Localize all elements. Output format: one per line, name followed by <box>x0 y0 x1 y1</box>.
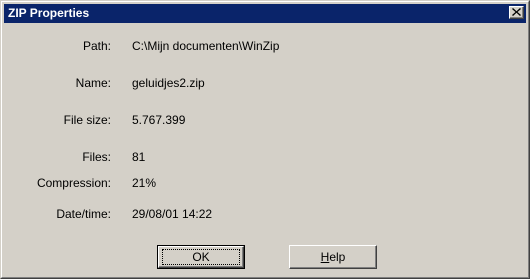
close-button[interactable] <box>509 6 524 19</box>
help-button-label: elp <box>329 250 346 264</box>
name-label: Name: <box>75 76 111 90</box>
dialog-title: ZIP Properties <box>8 6 90 20</box>
date-time-label: Date/time: <box>56 207 111 221</box>
name-row: Name: geluidjes2.zip <box>2 73 528 93</box>
file-size-value: 5.767.399 <box>132 113 186 127</box>
file-size-row: File size: 5.767.399 <box>2 110 528 130</box>
file-size-label: File size: <box>63 113 111 127</box>
ok-button-label: OK <box>192 250 210 264</box>
close-icon <box>512 8 521 16</box>
title-bar[interactable]: ZIP Properties <box>4 4 526 23</box>
date-time-value: 29/08/01 14:22 <box>132 207 213 221</box>
path-row: Path: C:\Mijn documenten\WinZip <box>2 36 528 56</box>
compression-value: 21% <box>132 176 157 190</box>
compression-label: Compression: <box>36 176 111 190</box>
files-label: Files: <box>82 150 111 164</box>
dialog-frame: ZIP Properties Path: C:\Mijn documenten\… <box>1 1 529 278</box>
help-button[interactable]: Help <box>289 245 377 269</box>
compression-row: Compression: 21% <box>2 173 528 193</box>
ok-button[interactable]: OK <box>157 245 245 269</box>
path-value: C:\Mijn documenten\WinZip <box>132 39 280 53</box>
zip-properties-dialog: ZIP Properties Path: C:\Mijn documenten\… <box>0 0 530 279</box>
date-time-row: Date/time: 29/08/01 14:22 <box>2 204 528 224</box>
files-value: 81 <box>132 150 146 164</box>
path-label: Path: <box>82 39 111 53</box>
files-row: Files: 81 <box>2 147 528 167</box>
name-value: geluidjes2.zip <box>132 76 205 90</box>
